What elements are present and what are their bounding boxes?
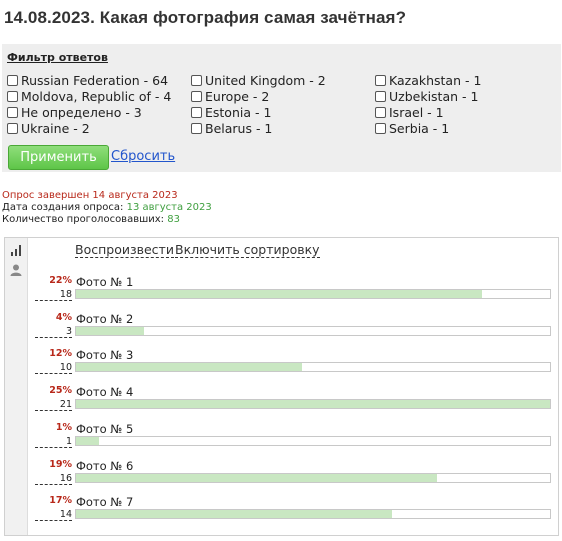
result-bar-fill bbox=[76, 437, 99, 445]
result-bar-track bbox=[75, 289, 551, 299]
result-option-label: Фото № 6 bbox=[76, 459, 134, 473]
result-vote-count[interactable]: 16 bbox=[35, 473, 72, 485]
checkbox-icon[interactable] bbox=[191, 91, 202, 102]
filter-checkbox-russian-federation[interactable]: Russian Federation - 64 bbox=[7, 73, 168, 88]
result-percent: 25% bbox=[49, 385, 72, 396]
filter-checkbox-label: Estonia - 1 bbox=[205, 105, 272, 120]
checkbox-icon[interactable] bbox=[375, 75, 386, 86]
filter-checkbox-label: Kazakhstan - 1 bbox=[389, 73, 482, 88]
result-row: 17% Фото № 7 14 bbox=[5, 495, 558, 531]
result-vote-count[interactable]: 3 bbox=[35, 326, 72, 338]
checkbox-icon[interactable] bbox=[375, 107, 386, 118]
filter-checkbox-united-kingdom[interactable]: United Kingdom - 2 bbox=[191, 73, 326, 88]
result-option-label: Фото № 7 bbox=[76, 495, 134, 509]
result-bar-fill bbox=[76, 363, 302, 371]
result-row: 1% Фото № 5 1 bbox=[5, 422, 558, 458]
filter-checkbox-label: Belarus - 1 bbox=[205, 121, 273, 136]
checkbox-icon[interactable] bbox=[191, 107, 202, 118]
result-percent: 1% bbox=[55, 422, 72, 433]
filter-checkbox-serbia[interactable]: Serbia - 1 bbox=[375, 121, 449, 136]
result-bar-fill bbox=[76, 327, 144, 335]
filter-checkbox-label: Russian Federation - 64 bbox=[21, 73, 169, 88]
result-bar-fill bbox=[76, 474, 438, 482]
poll-results-panel: Воспроизвести Включить сортировку 22% Фо… bbox=[4, 237, 559, 536]
checkbox-icon[interactable] bbox=[375, 123, 386, 134]
result-percent: 12% bbox=[49, 348, 72, 359]
result-option-label: Фото № 5 bbox=[76, 422, 134, 436]
result-percent: 22% bbox=[49, 275, 72, 286]
poll-created-date: Дата создания опроса: 13 августа 2023 bbox=[2, 202, 212, 213]
page-title: 14.08.2023. Какая фотография самая зачёт… bbox=[4, 8, 407, 27]
filter-checkbox-label: Uzbekistan - 1 bbox=[389, 89, 479, 104]
checkbox-icon[interactable] bbox=[191, 123, 202, 134]
filter-checkbox-kazakhstan[interactable]: Kazakhstan - 1 bbox=[375, 73, 481, 88]
result-percent: 19% bbox=[49, 459, 72, 470]
result-row: 22% Фото № 1 18 bbox=[5, 275, 558, 311]
filter-checkbox-ukraine[interactable]: Ukraine - 2 bbox=[7, 121, 90, 136]
result-vote-count[interactable]: 14 bbox=[35, 509, 72, 521]
result-option-label: Фото № 3 bbox=[76, 348, 134, 362]
filter-checkbox-belarus[interactable]: Belarus - 1 bbox=[191, 121, 272, 136]
filter-checkbox-label: Serbia - 1 bbox=[389, 121, 450, 136]
voters-label: Количество проголосовавших: bbox=[2, 214, 168, 225]
reset-link[interactable]: Сбросить bbox=[111, 149, 175, 164]
completed-text: Опрос завершен 14 августа 2023 bbox=[2, 190, 178, 201]
play-link[interactable]: Воспроизвести bbox=[75, 243, 174, 258]
result-percent: 4% bbox=[55, 312, 72, 323]
result-bar-track bbox=[75, 326, 551, 336]
filter-checkbox-label: Europe - 2 bbox=[205, 89, 270, 104]
result-bar-track bbox=[75, 509, 551, 519]
checkbox-icon[interactable] bbox=[7, 107, 18, 118]
result-bar-track bbox=[75, 473, 551, 483]
result-bar-fill bbox=[76, 400, 550, 408]
result-bar-track bbox=[75, 399, 551, 409]
checkbox-icon[interactable] bbox=[7, 91, 18, 102]
result-bar-track bbox=[75, 436, 551, 446]
filter-title: Фильтр ответов bbox=[7, 51, 108, 64]
checkbox-icon[interactable] bbox=[7, 123, 18, 134]
filter-checkbox-undefined[interactable]: Не определено - 3 bbox=[7, 105, 142, 120]
bar-chart-icon[interactable] bbox=[10, 244, 22, 256]
result-option-label: Фото № 2 bbox=[76, 312, 134, 326]
result-option-label: Фото № 1 bbox=[76, 275, 134, 289]
result-row: 4% Фото № 2 3 bbox=[5, 312, 558, 348]
result-bar-track bbox=[75, 362, 551, 372]
filter-checkbox-moldova[interactable]: Moldova, Republic of - 4 bbox=[7, 89, 171, 104]
result-percent: 17% bbox=[49, 495, 72, 506]
filter-checkbox-label: Israel - 1 bbox=[389, 105, 444, 120]
sort-toggle-link[interactable]: Включить сортировку bbox=[175, 243, 320, 258]
checkbox-icon[interactable] bbox=[191, 75, 202, 86]
result-vote-count[interactable]: 1 bbox=[35, 436, 72, 448]
result-vote-count[interactable]: 10 bbox=[35, 362, 72, 374]
created-label: Дата создания опроса: bbox=[2, 202, 127, 213]
created-value: 13 августа 2023 bbox=[126, 202, 212, 213]
filter-checkbox-label: Moldova, Republic of - 4 bbox=[21, 89, 172, 104]
filter-checkbox-israel[interactable]: Israel - 1 bbox=[375, 105, 444, 120]
result-bar-fill bbox=[76, 510, 392, 518]
filter-checkbox-uzbekistan[interactable]: Uzbekistan - 1 bbox=[375, 89, 478, 104]
result-option-label: Фото № 4 bbox=[76, 385, 134, 399]
result-row: 25% Фото № 4 21 bbox=[5, 385, 558, 421]
checkbox-icon[interactable] bbox=[375, 91, 386, 102]
filter-checkbox-estonia[interactable]: Estonia - 1 bbox=[191, 105, 271, 120]
poll-completed-status: Опрос завершен 14 августа 2023 bbox=[2, 190, 178, 201]
poll-voters-count: Количество проголосовавших: 83 bbox=[2, 214, 180, 225]
apply-button[interactable]: Применить bbox=[8, 145, 109, 170]
filter-checkbox-label: Ukraine - 2 bbox=[21, 121, 90, 136]
answer-filter-panel: Фильтр ответов Russian Federation - 64 U… bbox=[2, 44, 561, 172]
checkbox-icon[interactable] bbox=[7, 75, 18, 86]
result-row: 19% Фото № 6 16 bbox=[5, 459, 558, 495]
result-vote-count[interactable]: 18 bbox=[35, 289, 72, 301]
filter-checkbox-label: United Kingdom - 2 bbox=[205, 73, 326, 88]
result-row: 12% Фото № 3 10 bbox=[5, 348, 558, 384]
filter-checkbox-label: Не определено - 3 bbox=[21, 105, 142, 120]
result-vote-count[interactable]: 21 bbox=[35, 399, 72, 411]
voters-value: 83 bbox=[167, 214, 180, 225]
result-bar-fill bbox=[76, 290, 483, 298]
filter-checkbox-europe[interactable]: Europe - 2 bbox=[191, 89, 269, 104]
